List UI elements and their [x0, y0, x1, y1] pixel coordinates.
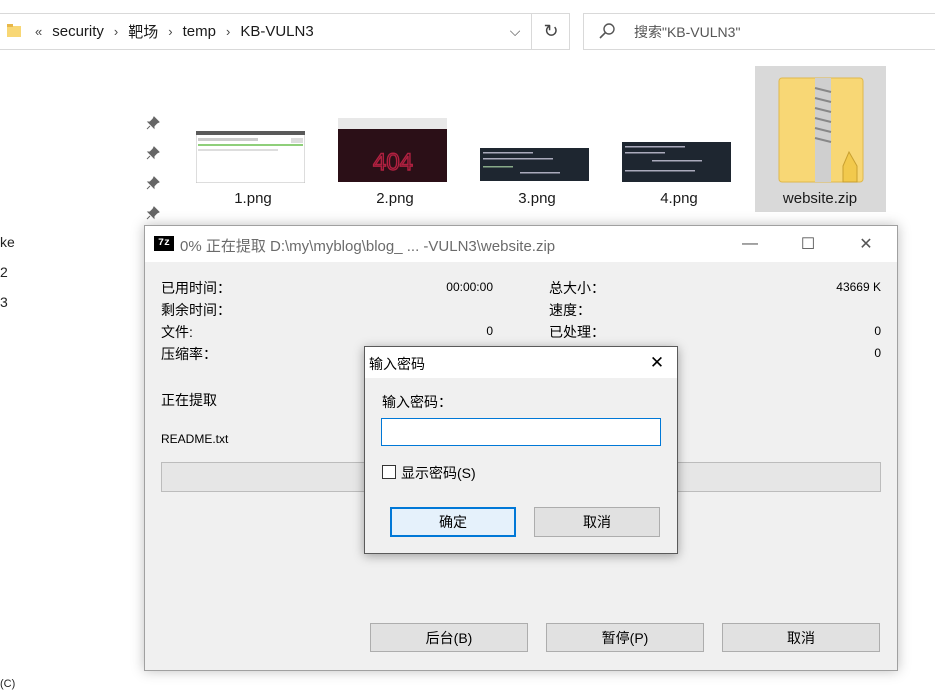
breadcrumb-separator-icon[interactable]: ›	[221, 24, 235, 39]
remaining-label: 剩余时间：	[161, 302, 231, 318]
dialog-title: 输入密码	[369, 356, 425, 372]
search-placeholder: 搜索"KB-VULN3"	[634, 24, 741, 40]
password-field[interactable]	[381, 418, 661, 446]
processed-label: 已处理：	[549, 324, 605, 340]
total-size-label: 总大小：	[549, 280, 605, 296]
nav-item-fragment[interactable]: (C)	[0, 678, 15, 690]
files-label: 文件:	[161, 324, 193, 340]
background-button[interactable]: 后台(B)	[370, 623, 528, 652]
file-name[interactable]: 2.png	[330, 190, 460, 207]
total-size-value: 43669 K	[836, 280, 881, 294]
packed-value: 0	[874, 346, 881, 360]
status-text: 正在提取	[161, 392, 217, 408]
file-name[interactable]: 3.png	[472, 190, 602, 207]
file-name[interactable]: 1.png	[188, 190, 318, 207]
show-password-label[interactable]: 显示密码(S)	[401, 463, 476, 483]
password-dialog: 输入密码 ✕ 输入密码： 显示密码(S) 确定 取消	[364, 346, 678, 554]
file-name[interactable]: 4.png	[614, 190, 744, 207]
breadcrumb-separator-icon[interactable]: ›	[163, 24, 177, 39]
file-item-2png[interactable]: 404	[338, 118, 447, 187]
show-password-checkbox[interactable]	[382, 465, 396, 479]
image-thumbnail	[622, 142, 731, 182]
nav-item-fragment[interactable]: 3	[0, 294, 8, 310]
pause-button[interactable]: 暂停(P)	[546, 623, 704, 652]
dialog-cancel-button[interactable]: 取消	[534, 507, 660, 537]
ok-button[interactable]: 确定	[390, 507, 516, 537]
pin-icon[interactable]	[146, 206, 160, 220]
file-item-1png[interactable]	[195, 130, 306, 188]
current-file: README.txt	[161, 432, 229, 446]
overflow-chevron-icon[interactable]: «	[30, 24, 47, 39]
file-item-3png[interactable]	[480, 148, 589, 186]
minimize-icon[interactable]: —	[727, 231, 773, 257]
file-name[interactable]: website.zip	[755, 190, 885, 207]
breadcrumb-separator-icon[interactable]: ›	[109, 24, 123, 39]
files-value: 0	[486, 324, 493, 338]
processed-value: 0	[874, 324, 881, 338]
breadcrumb-range[interactable]: 靶场	[123, 21, 163, 42]
pin-icon[interactable]	[146, 176, 160, 190]
window-title: 0% 正在提取 D:\my\myblog\blog_ ... -VULN3\we…	[180, 238, 556, 255]
folder-icon	[7, 24, 21, 37]
nav-item-fragment[interactable]: 2	[0, 264, 8, 280]
speed-label: 速度：	[549, 302, 591, 318]
pin-icon[interactable]	[146, 116, 160, 130]
elapsed-label: 已用时间：	[161, 280, 231, 296]
chevron-down-icon[interactable]: ⌵	[500, 13, 530, 50]
ratio-label: 压缩率：	[161, 346, 217, 362]
elapsed-value: 00:00:00	[446, 280, 493, 294]
7zip-app-icon: 7z	[154, 236, 174, 251]
password-prompt: 输入密码：	[382, 394, 452, 410]
pin-icon[interactable]	[146, 146, 160, 160]
close-icon[interactable]: ✕	[843, 231, 889, 257]
image-thumbnail	[195, 130, 306, 184]
close-icon[interactable]: ✕	[641, 350, 673, 376]
svg-text:404: 404	[373, 149, 413, 176]
nav-item-fragment[interactable]: ke	[0, 234, 15, 250]
image-thumbnail: 404	[338, 118, 447, 182]
breadcrumb: « security › 靶场 › temp › KB-VULN3	[30, 13, 319, 50]
file-item-4png[interactable]	[622, 142, 731, 187]
breadcrumb-temp[interactable]: temp	[178, 23, 221, 40]
image-thumbnail	[480, 148, 589, 181]
refresh-button[interactable]: ↻	[531, 13, 570, 50]
window-titlebar[interactable]: 7z 0% 正在提取 D:\my\myblog\blog_ ... -VULN3…	[145, 226, 897, 262]
search-icon	[599, 23, 615, 39]
cancel-button[interactable]: 取消	[722, 623, 880, 652]
zip-folder-icon	[778, 77, 864, 183]
breadcrumb-security[interactable]: security	[47, 23, 109, 40]
dialog-titlebar[interactable]: 输入密码 ✕	[365, 347, 677, 378]
breadcrumb-kb-vuln3[interactable]: KB-VULN3	[235, 23, 318, 40]
maximize-icon[interactable]: ☐	[785, 231, 831, 257]
